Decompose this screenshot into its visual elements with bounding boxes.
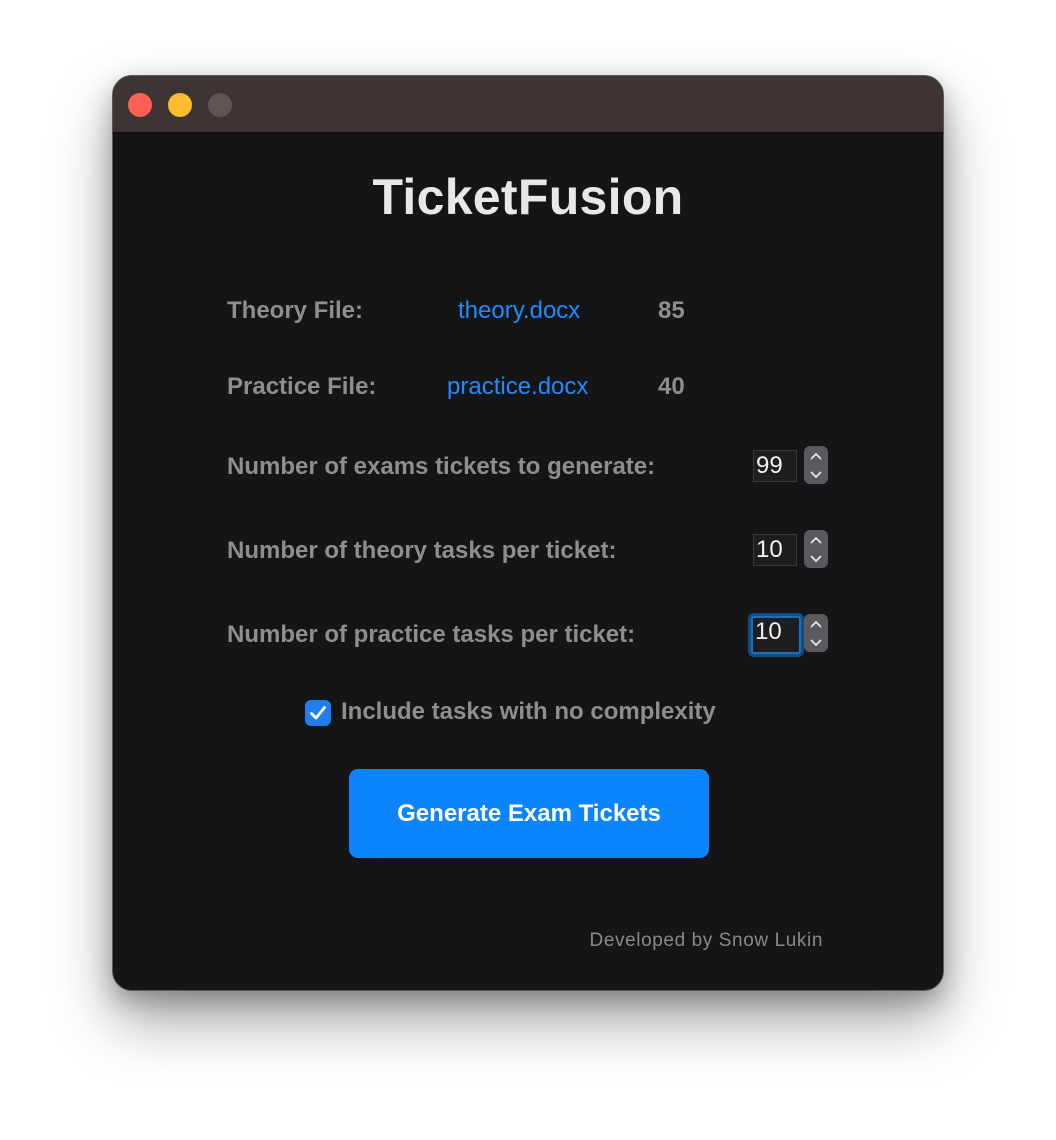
close-window-button[interactable] bbox=[128, 93, 152, 117]
tickets-count-label: Number of exams tickets to generate: bbox=[227, 453, 656, 480]
practice-task-count: 40 bbox=[658, 373, 685, 400]
chevron-up-icon[interactable] bbox=[804, 614, 828, 633]
chevron-down-icon[interactable] bbox=[804, 633, 828, 652]
practice-tasks-stepper[interactable] bbox=[804, 614, 828, 652]
tickets-count-input[interactable]: 99 bbox=[753, 450, 797, 482]
practice-tasks-label: Number of practice tasks per ticket: bbox=[227, 621, 636, 648]
chevron-up-icon[interactable] bbox=[804, 530, 828, 549]
chevron-down-icon[interactable] bbox=[804, 465, 828, 484]
developer-credit: Developed by Snow Lukin bbox=[589, 930, 823, 951]
app-window: TicketFusion Theory File: theory.docx 85… bbox=[112, 75, 944, 991]
theory-file-label: Theory File: bbox=[227, 297, 364, 324]
minimize-window-button[interactable] bbox=[168, 93, 192, 117]
chevron-up-icon[interactable] bbox=[804, 446, 828, 465]
theory-tasks-stepper[interactable] bbox=[804, 530, 828, 568]
tickets-count-stepper[interactable] bbox=[804, 446, 828, 484]
chevron-down-icon[interactable] bbox=[804, 549, 828, 568]
practice-file-link[interactable]: practice.docx bbox=[447, 373, 588, 401]
checkmark-icon bbox=[310, 706, 326, 720]
theory-tasks-label: Number of theory tasks per ticket: bbox=[227, 537, 617, 564]
theory-task-count: 85 bbox=[658, 297, 685, 324]
app-title: TicketFusion bbox=[372, 169, 684, 225]
practice-file-label: Practice File: bbox=[227, 373, 377, 400]
theory-file-link[interactable]: theory.docx bbox=[458, 297, 580, 325]
include-no-complexity-checkbox[interactable] bbox=[305, 700, 331, 726]
maximize-window-button[interactable] bbox=[208, 93, 232, 117]
include-no-complexity-label[interactable]: Include tasks with no complexity bbox=[341, 698, 716, 726]
generate-exam-tickets-button[interactable]: Generate Exam Tickets bbox=[349, 769, 709, 858]
title-bar[interactable] bbox=[113, 76, 943, 133]
theory-tasks-input[interactable]: 10 bbox=[753, 534, 797, 566]
practice-tasks-input[interactable]: 10 bbox=[751, 616, 801, 654]
